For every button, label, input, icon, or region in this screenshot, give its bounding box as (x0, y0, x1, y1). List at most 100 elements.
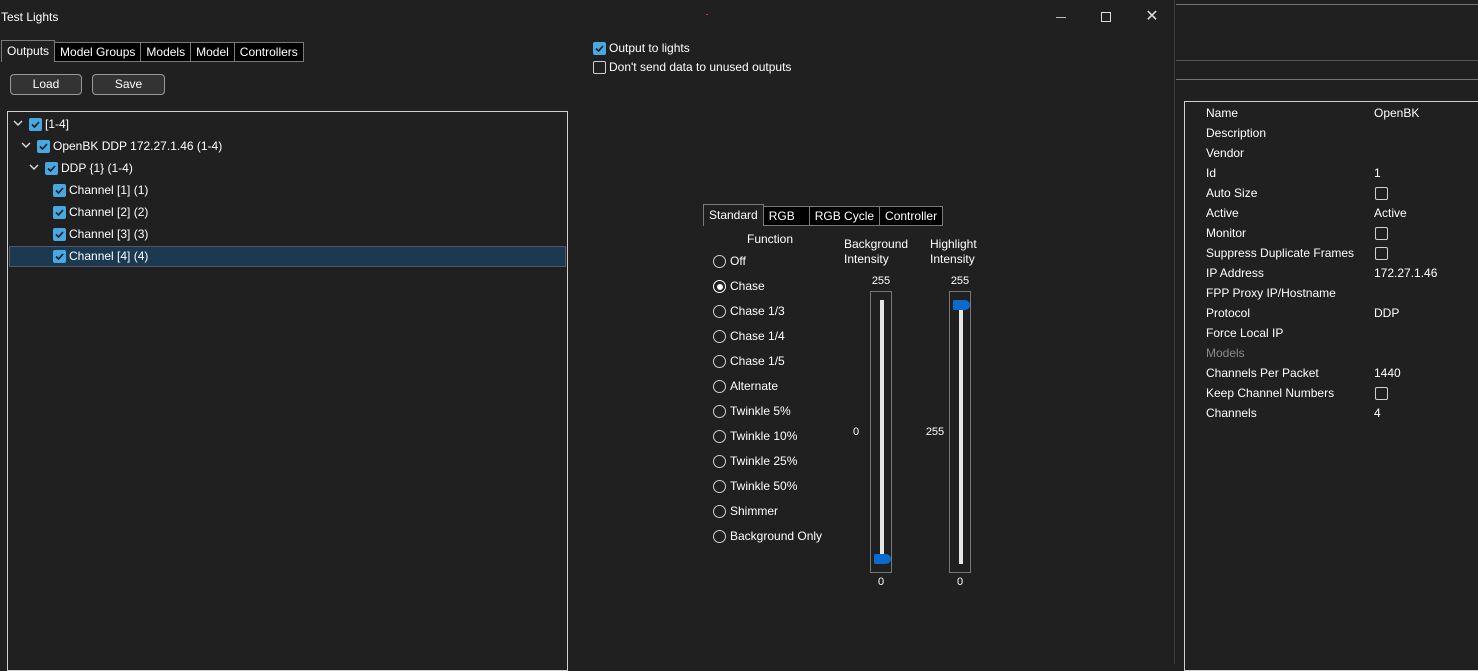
tree-node-label: Channel [4] (4) (69, 249, 149, 263)
property-name: Auto Size (1206, 186, 1258, 200)
tab-controller[interactable]: Controller (880, 206, 944, 226)
tab-outputs[interactable]: Outputs (1, 40, 56, 62)
property-name: Keep Channel Numbers (1206, 386, 1335, 400)
tab-rgb[interactable]: RGB (763, 206, 810, 226)
status-dot (706, 14, 708, 15)
divider (1176, 79, 1478, 80)
property-name: Name (1206, 106, 1239, 120)
highlight-intensity-max: 255 (950, 275, 970, 287)
tab-controllers[interactable]: Controllers (234, 42, 304, 62)
chevron-down-icon[interactable] (29, 162, 39, 172)
tree-node-channel-3[interactable]: Channel [3] (3) (9, 224, 566, 245)
tree-node-checkbox[interactable] (53, 184, 66, 197)
monitor-checkbox[interactable] (1375, 227, 1388, 240)
main-tabs: Outputs Model Groups Models Model Contro… (1, 40, 304, 62)
radio-button[interactable] (713, 305, 726, 318)
minimize-icon (1056, 16, 1066, 18)
radio-label: Chase 1/5 (730, 354, 785, 368)
test-lights-dialog: Test Lights ✕ Outputs Model Groups Model… (0, 0, 1175, 671)
tree-node-channel-2[interactable]: Channel [2] (2) (9, 202, 566, 223)
radio-label: Chase (730, 279, 765, 293)
background-intensity-min: 0 (877, 576, 885, 588)
background-intensity-value: 0 (852, 426, 860, 438)
property-name: Description (1206, 126, 1267, 140)
property-value[interactable]: 1 (1374, 166, 1381, 180)
radio-button[interactable] (713, 380, 726, 393)
highlight-intensity-label-1: Highlight (930, 237, 977, 251)
slider-thumb[interactable] (874, 554, 891, 564)
property-name: Suppress Duplicate Frames (1206, 246, 1355, 260)
tree-node-label: [1-4] (45, 117, 70, 131)
tree-node-checkbox[interactable] (53, 228, 66, 241)
save-button[interactable]: Save (92, 74, 165, 95)
tab-model-groups[interactable]: Model Groups (55, 42, 142, 62)
highlight-intensity-label-2: Intensity (930, 252, 975, 266)
load-button[interactable]: Load (10, 74, 82, 95)
tab-model[interactable]: Model (191, 42, 235, 62)
property-value[interactable]: OpenBK (1374, 106, 1419, 120)
keep-channel-numbers-checkbox[interactable] (1375, 387, 1388, 400)
tree-node-label: OpenBK DDP 172.27.1.46 (1-4) (53, 139, 223, 153)
tab-standard[interactable]: Standard (703, 204, 764, 226)
background-intensity-label-1: Background (844, 237, 909, 251)
tree-node-root[interactable]: [1-4] (9, 114, 566, 135)
radio-button[interactable] (713, 430, 726, 443)
tree-node-checkbox[interactable] (53, 206, 66, 219)
radio-button[interactable] (713, 355, 726, 368)
radio-button[interactable] (713, 530, 726, 543)
background-intensity-slider[interactable] (870, 291, 892, 573)
tree-node-label: Channel [3] (3) (69, 227, 149, 241)
background-intensity-max: 255 (871, 275, 891, 287)
property-value[interactable]: DDP (1374, 306, 1399, 320)
chevron-down-icon[interactable] (13, 118, 23, 128)
property-name: Active (1206, 206, 1239, 220)
property-value[interactable]: 172.27.1.46 (1374, 266, 1437, 280)
divider (1176, 4, 1478, 5)
tab-rgb-cycle[interactable]: RGB Cycle (809, 206, 881, 226)
property-name: Models (1206, 346, 1245, 360)
radio-button[interactable] (713, 255, 726, 268)
property-value[interactable]: Active (1374, 206, 1407, 220)
tree-node-channel-4[interactable]: Channel [4] (4) (9, 246, 566, 267)
highlight-intensity-min: 0 (956, 576, 964, 588)
chevron-down-icon[interactable] (21, 140, 31, 150)
outputs-tree[interactable]: [1-4] OpenBK DDP 172.27.1.46 (1-4) DDP {… (7, 111, 568, 671)
close-button[interactable]: ✕ (1130, 5, 1174, 29)
function-heading: Function (747, 232, 794, 246)
radio-button[interactable] (713, 480, 726, 493)
tree-node-checkbox[interactable] (29, 118, 42, 131)
radio-button[interactable] (713, 455, 726, 468)
title-bar: Test Lights ✕ (0, 0, 1175, 33)
radio-button[interactable] (713, 330, 726, 343)
radio-button[interactable] (713, 505, 726, 518)
maximize-icon (1101, 12, 1111, 22)
dont-send-unused-label: Don't send data to unused outputs (609, 60, 792, 74)
property-value[interactable]: 4 (1374, 406, 1381, 420)
radio-button[interactable] (713, 280, 726, 293)
radio-label: Chase 1/3 (730, 304, 785, 318)
tree-node-channel-1[interactable]: Channel [1] (1) (9, 180, 566, 201)
tree-node-controller[interactable]: OpenBK DDP 172.27.1.46 (1-4) (9, 136, 566, 157)
property-name: FPP Proxy IP/Hostname (1206, 286, 1336, 300)
highlight-intensity-slider[interactable] (949, 291, 971, 573)
slider-thumb[interactable] (953, 300, 970, 310)
tree-node-checkbox[interactable] (37, 140, 50, 153)
suppress-duplicate-frames-checkbox[interactable] (1375, 247, 1388, 260)
tree-node-checkbox[interactable] (53, 250, 66, 263)
tree-node-label: Channel [1] (1) (69, 183, 149, 197)
slider-track (880, 300, 884, 564)
output-to-lights-checkbox[interactable] (593, 42, 606, 55)
tab-models[interactable]: Models (141, 42, 192, 62)
dont-send-unused-checkbox[interactable] (593, 61, 606, 74)
minimize-button[interactable] (1039, 5, 1083, 29)
maximize-button[interactable] (1084, 5, 1128, 29)
tree-node-ddp[interactable]: DDP {1} (1-4) (9, 158, 566, 179)
property-value[interactable]: 1440 (1374, 366, 1401, 380)
property-name: Vendor (1206, 146, 1245, 160)
tree-node-checkbox[interactable] (45, 162, 58, 175)
window-title: Test Lights (1, 10, 59, 24)
auto-size-checkbox[interactable] (1375, 187, 1388, 200)
property-name: Monitor (1206, 226, 1247, 240)
radio-button[interactable] (713, 405, 726, 418)
background-intensity-label-2: Intensity (844, 252, 889, 266)
